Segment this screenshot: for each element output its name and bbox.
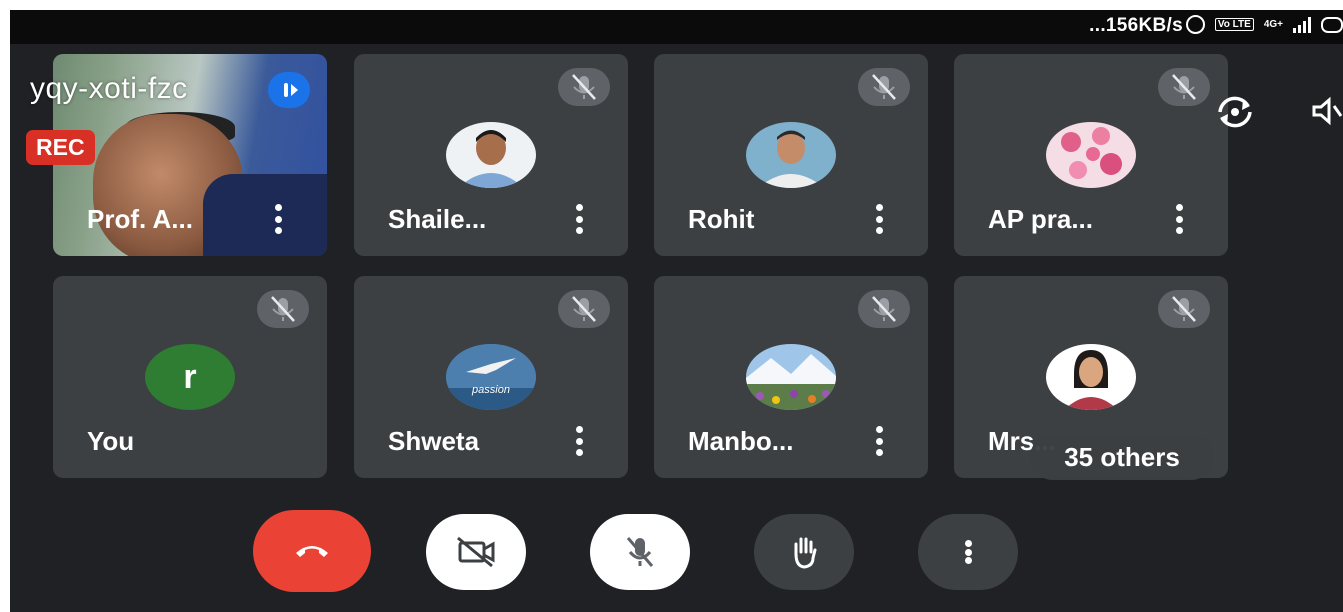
raise-hand-icon: [794, 537, 817, 569]
mic-toggle-button[interactable]: [590, 514, 690, 590]
participant-avatar: [446, 122, 536, 188]
mic-off-icon: [1158, 68, 1210, 106]
participant-avatar: [1046, 122, 1136, 188]
raise-hand-button[interactable]: [754, 514, 854, 590]
participant-tile[interactable]: passion Shweta: [354, 276, 628, 478]
more-icon[interactable]: [874, 204, 884, 234]
participant-name: Rohit: [688, 204, 755, 234]
network-type-icon: 4G+: [1263, 19, 1283, 30]
participant-tile[interactable]: AP pra...: [954, 54, 1228, 256]
participant-tile[interactable]: Shaile...: [354, 54, 628, 256]
status-bar: ...156KB/s Vo LTE 4G+: [10, 10, 1343, 44]
mic-off-icon: [626, 537, 654, 567]
participant-name: Shweta: [388, 426, 480, 456]
more-icon: [963, 540, 973, 564]
participant-tile[interactable]: Manbo...: [654, 276, 928, 478]
avatar-caption: passion: [472, 384, 510, 396]
participant-avatar: passion: [446, 344, 536, 410]
participant-name: AP pra...: [988, 204, 1094, 234]
camera-off-icon: [457, 536, 495, 568]
participant-name: Prof. A...: [87, 204, 193, 234]
recording-badge: REC: [26, 130, 95, 165]
mic-off-icon: [858, 290, 910, 328]
network-speed: ...156KB/s: [1089, 15, 1183, 36]
switch-camera-icon[interactable]: [1210, 92, 1260, 137]
more-icon[interactable]: [874, 426, 884, 456]
speaker-icon[interactable]: [1310, 94, 1343, 133]
mic-off-icon: [858, 68, 910, 106]
participant-avatar: [746, 122, 836, 188]
more-options-button[interactable]: [918, 514, 1018, 590]
more-icon[interactable]: [574, 426, 584, 456]
camera-toggle-button[interactable]: [426, 514, 526, 590]
others-count-badge[interactable]: 35 others: [1030, 434, 1214, 480]
mic-off-icon: [257, 290, 309, 328]
more-icon[interactable]: [1174, 204, 1184, 234]
mic-off-icon: [558, 290, 610, 328]
participant-name: Manbo...: [688, 426, 794, 456]
alarm-icon: [1185, 15, 1205, 34]
meet-call-screen: ...156KB/s Vo LTE 4G+ Prof. A... Shaile.…: [10, 10, 1343, 612]
end-call-button[interactable]: [253, 510, 371, 592]
audio-indicator-icon: [268, 72, 310, 108]
participant-name: Shaile...: [388, 204, 487, 234]
participant-avatar: [1046, 344, 1136, 410]
battery-icon: [1321, 16, 1343, 33]
mic-off-icon: [1158, 290, 1210, 328]
volte-icon: Vo LTE: [1214, 18, 1254, 31]
mic-off-icon: [558, 68, 610, 106]
signal-icon: [1293, 16, 1311, 33]
participant-avatar: [746, 344, 836, 410]
phone-hangup-icon: [296, 546, 328, 557]
participant-tile-self[interactable]: r You: [53, 276, 327, 478]
participant-avatar-letter: r: [145, 344, 235, 410]
participant-tile[interactable]: Rohit: [654, 54, 928, 256]
status-icons: Vo LTE 4G+: [1185, 15, 1343, 34]
participant-name: You: [87, 426, 135, 456]
more-icon[interactable]: [273, 204, 283, 234]
more-icon[interactable]: [574, 204, 584, 234]
meeting-code: yqy-xoti-fzc: [30, 72, 188, 105]
